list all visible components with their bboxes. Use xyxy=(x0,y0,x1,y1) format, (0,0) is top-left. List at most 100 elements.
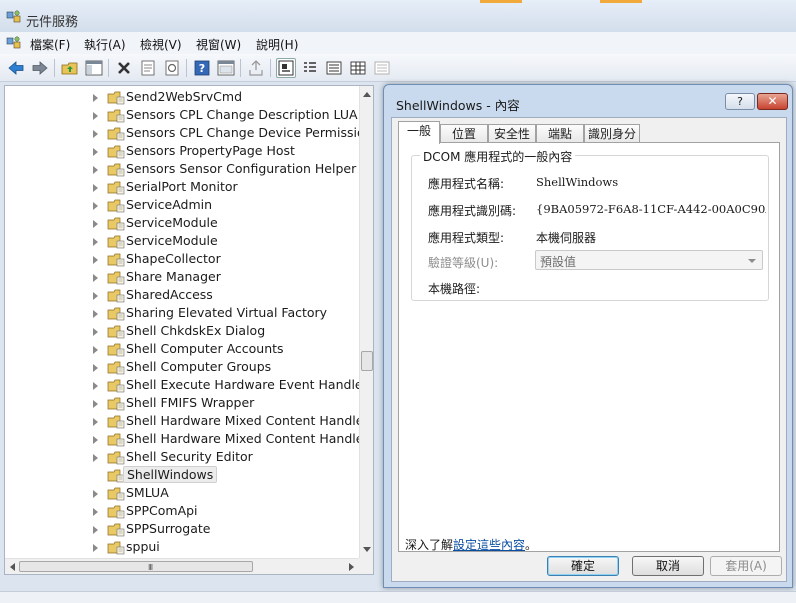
expand-arrow-icon[interactable] xyxy=(93,166,98,174)
vertical-scrollbar[interactable] xyxy=(359,86,373,558)
tree-item[interactable]: ShapeCollector xyxy=(5,250,359,268)
list-view-icon[interactable] xyxy=(324,58,344,78)
expand-arrow-icon[interactable] xyxy=(93,274,98,282)
chevron-down-icon xyxy=(748,259,756,263)
large-icons-icon[interactable] xyxy=(276,58,296,78)
tree-item[interactable]: SPPComApi xyxy=(5,502,359,520)
expand-arrow-icon[interactable] xyxy=(93,202,98,210)
expand-arrow-icon[interactable] xyxy=(93,418,98,426)
tree-item[interactable]: Shell Computer Groups xyxy=(5,358,359,376)
expand-arrow-icon[interactable] xyxy=(93,94,98,102)
menu-file[interactable]: 檔案(F) xyxy=(30,36,70,53)
tree-item[interactable]: Shell ChkdskEx Dialog xyxy=(5,322,359,340)
dialog-help-button[interactable]: ? xyxy=(725,93,755,110)
expand-arrow-icon[interactable] xyxy=(93,364,98,372)
learn-more-link[interactable]: 設定這些內容 xyxy=(453,538,525,552)
expand-arrow-icon[interactable] xyxy=(93,526,98,534)
menu-window[interactable]: 視窗(W) xyxy=(196,36,241,53)
component-tree: Send2WebSrvCmd Sensors CPL Change Descrip… xyxy=(4,85,374,575)
scroll-down-icon[interactable] xyxy=(363,547,371,552)
tree-item[interactable]: Sensors Sensor Configuration Helper xyxy=(5,160,359,178)
expand-arrow-icon[interactable] xyxy=(93,130,98,138)
back-icon[interactable] xyxy=(6,58,26,78)
expand-arrow-icon[interactable] xyxy=(93,184,98,192)
tree-item[interactable]: Send2WebSrvCmd xyxy=(5,88,359,106)
tree-item[interactable]: ServiceAdmin xyxy=(5,196,359,214)
menu-view[interactable]: 檢視(V) xyxy=(140,36,182,53)
expand-arrow-icon[interactable] xyxy=(93,112,98,120)
ok-button[interactable]: 確定 xyxy=(547,556,619,576)
expand-arrow-icon[interactable] xyxy=(93,220,98,228)
forward-icon[interactable] xyxy=(30,58,50,78)
svg-text:?: ? xyxy=(199,62,205,75)
customize-view-icon[interactable] xyxy=(372,58,392,78)
scroll-left-icon[interactable] xyxy=(10,563,15,571)
system-menu-icon[interactable] xyxy=(6,36,22,50)
expand-arrow-icon[interactable] xyxy=(93,310,98,318)
properties-icon[interactable] xyxy=(138,58,158,78)
tree-item[interactable]: Shell Computer Accounts xyxy=(5,340,359,358)
tree-item[interactable]: Sensors CPL Change Description LUA Helpe… xyxy=(5,106,359,124)
expand-arrow-icon[interactable] xyxy=(93,148,98,156)
expand-arrow-icon[interactable] xyxy=(93,292,98,300)
tree-item[interactable]: Shell FMIFS Wrapper xyxy=(5,394,359,412)
console-tree-icon[interactable] xyxy=(216,58,236,78)
detail-view-icon[interactable] xyxy=(348,58,368,78)
tree-item[interactable]: Sensors PropertyPage Host xyxy=(5,142,359,160)
menu-action[interactable]: 執行(A) xyxy=(84,36,126,53)
dialog-close-button[interactable]: ✕ xyxy=(757,93,788,110)
tree-item[interactable]: Shell Security Editor xyxy=(5,448,359,466)
scroll-up-icon[interactable] xyxy=(363,92,371,97)
tab-location[interactable]: 位置 xyxy=(440,124,488,143)
hscroll-thumb[interactable]: III xyxy=(19,561,253,572)
tab-general[interactable]: 一般 xyxy=(398,121,440,144)
tree-item[interactable]: Share Manager xyxy=(5,268,359,286)
show-hide-tree-icon[interactable] xyxy=(84,58,104,78)
expand-arrow-icon[interactable] xyxy=(93,400,98,408)
delete-icon[interactable] xyxy=(114,58,134,78)
auth-level-select: 預設值 xyxy=(535,250,763,270)
expand-arrow-icon[interactable] xyxy=(93,238,98,246)
expand-arrow-icon[interactable] xyxy=(93,544,98,552)
refresh-icon[interactable] xyxy=(162,58,182,78)
expand-arrow-icon[interactable] xyxy=(93,328,98,336)
tab-security[interactable]: 安全性 xyxy=(488,124,536,143)
scroll-right-icon[interactable] xyxy=(349,563,354,571)
tree-item[interactable]: SPPSurrogate xyxy=(5,520,359,538)
tree-item[interactable]: Shell Execute Hardware Event Handler xyxy=(5,376,359,394)
tree-item[interactable]: SerialPort Monitor xyxy=(5,178,359,196)
tree-item[interactable]: sppui xyxy=(5,538,359,556)
tree-item[interactable]: Shell Hardware Mixed Content Handler xyxy=(5,412,359,430)
tab-identity[interactable]: 識別身分 xyxy=(584,124,640,143)
expand-arrow-icon[interactable] xyxy=(93,256,98,264)
menu-help[interactable]: 說明(H) xyxy=(256,36,298,53)
tree-item[interactable]: ShellWindows xyxy=(5,466,359,484)
export-list-icon[interactable] xyxy=(246,58,266,78)
tree-item-label: Sensors PropertyPage Host xyxy=(126,143,295,158)
expand-arrow-icon[interactable] xyxy=(93,346,98,354)
tree-item[interactable]: ServiceModule xyxy=(5,232,359,250)
tree-item[interactable]: Sensors CPL Change Device Permission LUA… xyxy=(5,124,359,142)
tree-item[interactable]: SMLUA xyxy=(5,484,359,502)
help-icon[interactable]: ? xyxy=(192,58,212,78)
expand-arrow-icon[interactable] xyxy=(93,454,98,462)
tree-item-label: ShapeCollector xyxy=(126,251,221,266)
expand-arrow-icon[interactable] xyxy=(93,508,98,516)
taskbar-accent xyxy=(480,0,522,3)
horizontal-scrollbar[interactable]: III xyxy=(5,558,359,574)
tab-endpoints[interactable]: 端點 xyxy=(536,124,584,143)
com-application-icon xyxy=(107,270,125,285)
scroll-thumb[interactable] xyxy=(361,351,373,371)
tree-item[interactable]: Sharing Elevated Virtual Factory xyxy=(5,304,359,322)
up-folder-icon[interactable] xyxy=(60,58,80,78)
cancel-button[interactable]: 取消 xyxy=(632,556,704,576)
app-id-label: 應用程式識別碼: xyxy=(428,204,517,218)
expand-arrow-icon[interactable] xyxy=(93,382,98,390)
expand-arrow-icon[interactable] xyxy=(93,436,98,444)
tree-item[interactable]: Shell Hardware Mixed Content Handler Can… xyxy=(5,430,359,448)
expand-arrow-icon[interactable] xyxy=(93,490,98,498)
tree-item[interactable]: ServiceModule xyxy=(5,214,359,232)
tree-item[interactable]: SharedAccess xyxy=(5,286,359,304)
small-icons-icon[interactable] xyxy=(300,58,320,78)
tree-item-label: Shell FMIFS Wrapper xyxy=(126,395,255,410)
